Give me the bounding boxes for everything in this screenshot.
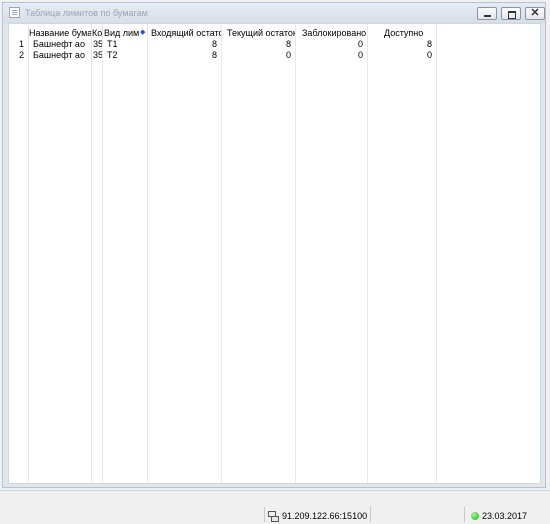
title-bar[interactable]: Таблица лимитов по бумагам ✕ [3, 3, 545, 23]
row-number: 1 [19, 39, 25, 49]
column-header-type[interactable]: Вид лим [104, 28, 140, 38]
cell-blocked: 0 [357, 50, 363, 60]
cell-type: T2 [107, 50, 118, 60]
maximize-button[interactable] [501, 7, 521, 20]
column-header-incoming[interactable]: Входящий остаток [151, 28, 221, 38]
close-icon: ✕ [530, 7, 540, 19]
server-address: 91.209.122.66:15100 [282, 511, 368, 521]
cell-type: T1 [107, 39, 118, 49]
status-separator [370, 507, 371, 522]
window-title: Таблица лимитов по бумагам [25, 8, 148, 18]
status-bar: 91.209.122.66:15100 23.03.2017 [0, 490, 550, 524]
cell-blocked: 0 [357, 39, 363, 49]
minimize-icon [478, 8, 496, 19]
cell-name: Башнефт ао [33, 39, 85, 49]
connection-status-icon [471, 512, 479, 520]
status-date: 23.03.2017 [482, 511, 528, 521]
cell-current: 0 [285, 50, 291, 60]
column-header-blocked[interactable]: Заблокировано [302, 28, 367, 38]
table-window-icon [9, 7, 20, 18]
column-header-name[interactable]: Название бумаги [29, 28, 91, 38]
limits-window: Таблица лимитов по бумагам ✕ Название бу… [2, 2, 546, 488]
column-divider [91, 24, 92, 483]
cell-name: Башнефт ао [33, 50, 85, 60]
column-divider [28, 24, 29, 483]
maximize-icon [502, 8, 520, 19]
close-button[interactable]: ✕ [525, 7, 545, 20]
column-divider [102, 24, 103, 483]
cell-code: 35. [93, 50, 102, 60]
cell-current: 8 [285, 39, 291, 49]
column-divider [436, 24, 437, 483]
column-divider [367, 24, 368, 483]
cell-incoming: 8 [211, 50, 217, 60]
cell-incoming: 8 [211, 39, 217, 49]
minimize-button[interactable] [477, 7, 497, 20]
row-number: 2 [19, 50, 25, 60]
status-separator [464, 507, 465, 522]
limits-table[interactable]: Название бумаги Ко, Вид лим ◆ Входящий о… [8, 23, 541, 484]
cell-available: 8 [426, 39, 432, 49]
column-header-code[interactable]: Ко, [92, 28, 102, 38]
sort-down-icon[interactable]: ◆ [140, 29, 147, 36]
column-divider [221, 24, 222, 483]
cell-available: 0 [426, 50, 432, 60]
column-divider [295, 24, 296, 483]
column-divider [147, 24, 148, 483]
cell-code: 35. [93, 39, 102, 49]
status-separator [264, 507, 265, 522]
network-icon [268, 511, 279, 522]
column-header-current[interactable]: Текущий остаток [227, 28, 295, 38]
column-header-available[interactable]: Доступно [384, 28, 436, 38]
